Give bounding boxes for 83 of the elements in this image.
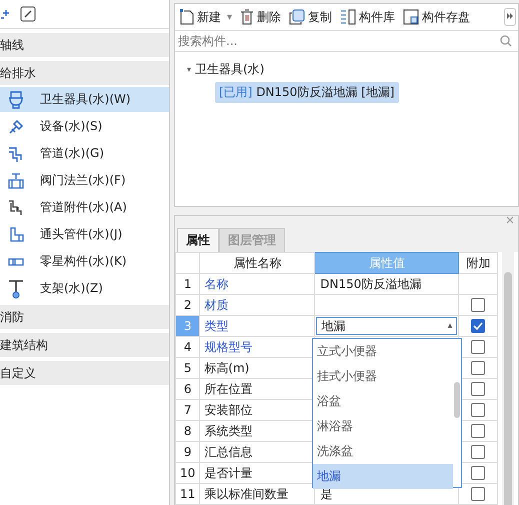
toolbar-button[interactable]: 构件库 — [337, 8, 398, 26]
add-icon[interactable] — [0, 8, 10, 20]
trash-icon — [240, 9, 254, 25]
checkbox[interactable] — [471, 445, 486, 460]
property-name: 名称 — [200, 274, 315, 294]
new-file-icon — [180, 9, 194, 25]
row-number: 3 — [176, 316, 200, 336]
checkbox[interactable] — [471, 319, 486, 334]
component-type-item[interactable]: 通头管件(水)(J) — [0, 222, 169, 247]
column-header: 附加 — [458, 252, 498, 274]
item-label: 卫生器具(水)(W) — [40, 91, 131, 108]
checkbox[interactable] — [471, 298, 486, 312]
dropdown-option[interactable]: 立式小便器 — [313, 339, 453, 364]
row-number: 8 — [176, 420, 200, 442]
checkbox[interactable] — [471, 424, 486, 438]
dropdown-option[interactable]: 淋浴器 — [313, 414, 453, 439]
row-number: 5 — [176, 358, 200, 378]
toolbar-button[interactable]: 新建 ▾ — [177, 8, 236, 26]
category-header[interactable]: 轴线 — [0, 33, 169, 57]
row-number: 4 — [176, 336, 200, 358]
category-header[interactable]: 自定义 — [0, 361, 169, 385]
item-label: 阀门法兰(水)(F) — [40, 172, 126, 189]
valve-icon — [7, 172, 25, 190]
property-value: DN150防反溢地漏 — [319, 276, 422, 290]
scrollbar[interactable] — [502, 252, 514, 505]
item-label: 管道附件(水)(A) — [40, 199, 127, 216]
save-icon — [403, 9, 420, 25]
dropdown-option[interactable]: 地漏 — [313, 464, 453, 489]
search-icon — [500, 35, 512, 47]
component-type-item[interactable]: 管道附件(水)(A) — [0, 195, 169, 220]
toilet-icon — [7, 90, 25, 110]
row-number: 9 — [176, 442, 200, 462]
category-header[interactable]: 给排水 — [0, 61, 169, 85]
item-label: 零星构件(水)(K) — [40, 253, 127, 270]
item-label: 支架(水)(Z) — [40, 280, 103, 297]
double-arrow-icon — [507, 13, 513, 19]
wrench-icon — [7, 118, 25, 136]
row-number: 11 — [176, 484, 200, 504]
component-type-item[interactable]: 零星构件(水)(K) — [0, 249, 169, 274]
component-type-item[interactable]: 支架(水)(Z) — [0, 276, 169, 301]
row-number: 10 — [176, 462, 200, 484]
scrollbar-thumb[interactable] — [454, 382, 460, 418]
copy-icon — [289, 9, 306, 25]
panel-tab[interactable]: 属性 — [177, 228, 219, 252]
category-header[interactable]: 消防 — [0, 305, 169, 329]
row-number: 6 — [176, 378, 200, 400]
close-icon[interactable] — [506, 216, 514, 224]
tree-item[interactable]: [已用] DN150防反溢地漏 [地漏] — [215, 82, 398, 103]
checkbox[interactable] — [471, 382, 486, 396]
component-type-item[interactable]: 阀门法兰(水)(F) — [0, 168, 169, 193]
checkbox[interactable] — [471, 403, 486, 418]
column-header: 属性值 — [314, 252, 459, 274]
connector-icon — [7, 256, 25, 266]
category-header[interactable]: 建筑结构 — [0, 333, 169, 357]
support-icon — [7, 278, 25, 298]
component-type-item[interactable]: 设备(水)(S) — [0, 114, 169, 139]
toolbar-button[interactable]: 构件存盘 — [400, 8, 474, 26]
component-type-item[interactable]: 卫生器具(水)(W) — [0, 87, 169, 112]
row-number: 7 — [176, 400, 200, 420]
column-header: 属性名称 — [200, 252, 315, 274]
dropdown-option[interactable]: 洗涤盆 — [313, 439, 453, 464]
caret-icon[interactable]: ▾ — [227, 12, 232, 22]
item-label: 通头管件(水)(J) — [40, 226, 122, 243]
toolbar-button[interactable]: 删除 — [237, 8, 284, 26]
edit-icon[interactable] — [20, 6, 36, 22]
caret-icon[interactable]: ▾ — [187, 64, 192, 74]
list-icon — [340, 9, 356, 25]
checkbox[interactable] — [471, 340, 486, 354]
more-button[interactable] — [504, 8, 516, 26]
property-name: 类型 — [200, 316, 315, 336]
item-label: 管道(水)(G) — [40, 145, 104, 162]
checkbox[interactable] — [471, 466, 486, 480]
item-label: 设备(水)(S) — [40, 118, 102, 135]
value-dropdown[interactable]: 地漏 ▴ — [316, 317, 458, 335]
row-number: 1 — [176, 274, 200, 294]
tree-node[interactable]: 卫生器具(水) — [195, 60, 264, 78]
checkbox[interactable] — [471, 361, 486, 376]
dropdown-option[interactable]: 挂式小便器 — [313, 364, 453, 389]
component-type-item[interactable]: 管道(水)(G) — [0, 141, 169, 166]
checkbox[interactable] — [471, 487, 486, 502]
property-name: 材质 — [200, 294, 315, 316]
toolbar-button[interactable]: 复制 — [286, 8, 336, 26]
dropdown-option[interactable]: 浴盆 — [313, 389, 453, 414]
